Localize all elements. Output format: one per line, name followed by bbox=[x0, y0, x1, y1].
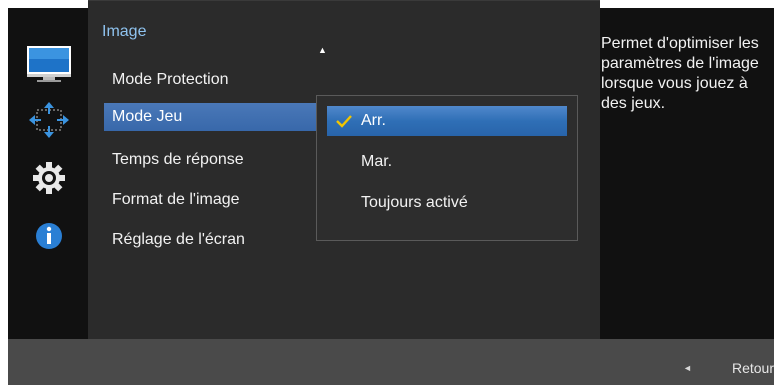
resize-arrows-icon[interactable] bbox=[25, 100, 73, 145]
option-toujours-active[interactable]: Toujours activé bbox=[361, 194, 468, 212]
panel-title: Image bbox=[102, 23, 147, 40]
menu-item-mode-protection[interactable]: Mode Protection bbox=[112, 71, 229, 89]
option-arr[interactable]: Arr. bbox=[327, 106, 567, 136]
monitor-icon[interactable] bbox=[25, 44, 73, 89]
menu-item-temps-de-reponse[interactable]: Temps de réponse bbox=[112, 151, 244, 169]
back-label: Retour bbox=[731, 360, 774, 376]
back-hint[interactable]: ◄ Retour bbox=[683, 360, 774, 376]
footer-bar: ◄ Retour bbox=[8, 339, 774, 385]
menu-item-format-image[interactable]: Format de l'image bbox=[112, 191, 240, 209]
menu-item-reglage-ecran[interactable]: Réglage de l'écran bbox=[112, 231, 245, 249]
option-mar[interactable]: Mar. bbox=[361, 153, 392, 171]
help-description: Permet d'optimiser les paramètres de l'i… bbox=[601, 35, 759, 112]
checkmark-icon bbox=[336, 115, 352, 128]
mode-jeu-options: Arr. Mar. Toujours activé bbox=[316, 95, 578, 241]
menu-item-mode-jeu[interactable]: Mode Jeu bbox=[104, 103, 324, 131]
category-sidebar bbox=[8, 8, 88, 339]
image-menu-panel: Image ▲ Mode Protection Mode Jeu Temps d… bbox=[88, 0, 600, 349]
osd-window: Image ▲ Mode Protection Mode Jeu Temps d… bbox=[8, 0, 774, 385]
gear-icon[interactable] bbox=[25, 158, 73, 203]
scroll-up-icon[interactable]: ▲ bbox=[318, 45, 327, 55]
option-label: Arr. bbox=[361, 112, 386, 129]
left-arrow-icon: ◄ bbox=[683, 363, 692, 373]
info-icon[interactable] bbox=[25, 216, 73, 261]
